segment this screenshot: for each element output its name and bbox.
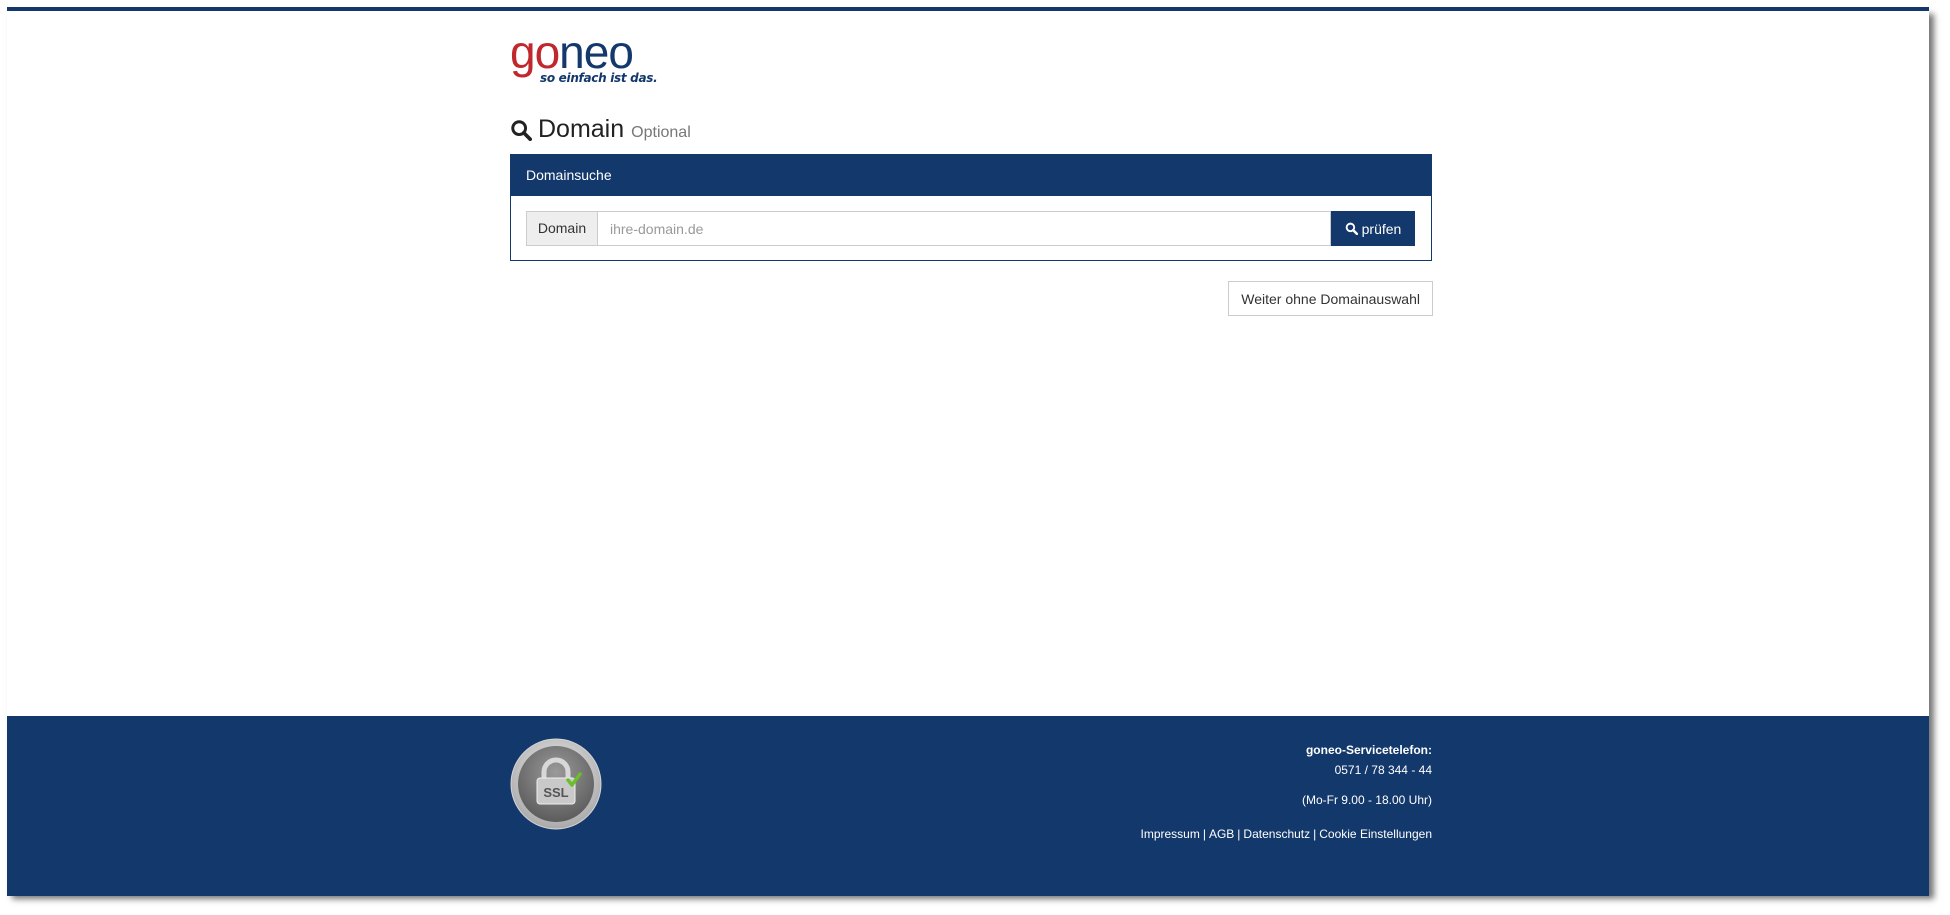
logo-wordmark: goneo: [510, 29, 660, 75]
cookie-settings-link[interactable]: Cookie Einstellungen: [1319, 827, 1432, 841]
page: goneo so einfach ist das. Domain Optiona…: [7, 7, 1929, 896]
domain-search-input[interactable]: [598, 211, 1331, 246]
domain-search-panel: Domainsuche Domain prüfen: [510, 154, 1432, 261]
logo-slogan: so einfach ist das.: [540, 71, 658, 85]
ssl-badge-icon: SSL: [510, 738, 602, 830]
search-icon: [1345, 222, 1358, 235]
footer-links: Impressum | AGB | Datenschutz | Cookie Einstel…: [1140, 827, 1432, 841]
service-hours: (Mo-Fr 9.00 - 18.00 Uhr): [1301, 793, 1432, 807]
page-heading: Domain Optional: [510, 115, 691, 144]
continue-without-domain-button[interactable]: Weiter ohne Domainauswahl: [1228, 281, 1433, 316]
datenschutz-link[interactable]: Datenschutz: [1243, 827, 1310, 841]
link-separator: |: [1202, 827, 1206, 841]
ssl-badge-text: SSL: [543, 785, 568, 800]
search-icon: [511, 119, 532, 141]
footer-container: SSL goneo-Servicetelefon: 0571 / 78 344 …: [510, 716, 1432, 896]
service-phone-number: 0571 / 78 344 - 44: [1334, 763, 1432, 777]
page-title: Domain: [538, 115, 625, 143]
page-subtitle: Optional: [631, 124, 691, 141]
service-phone-label: goneo-Servicetelefon:: [1305, 743, 1432, 757]
panel-title: Domainsuche: [511, 155, 1431, 196]
agb-link[interactable]: AGB: [1209, 827, 1234, 841]
impressum-link[interactable]: Impressum: [1140, 827, 1199, 841]
link-separator: |: [1237, 827, 1241, 841]
footer: SSL goneo-Servicetelefon: 0571 / 78 344 …: [7, 716, 1929, 896]
link-separator: |: [1313, 827, 1317, 841]
domain-addon-label: Domain: [526, 211, 598, 246]
check-button-label: prüfen: [1361, 220, 1402, 237]
domain-input-group: Domain prüfen: [526, 211, 1415, 246]
check-domain-button[interactable]: prüfen: [1331, 211, 1415, 246]
goneo-logo[interactable]: goneo so einfach ist das.: [510, 29, 660, 89]
service-contact: goneo-Servicetelefon: 0571 / 78 344 - 44…: [1302, 740, 1432, 810]
